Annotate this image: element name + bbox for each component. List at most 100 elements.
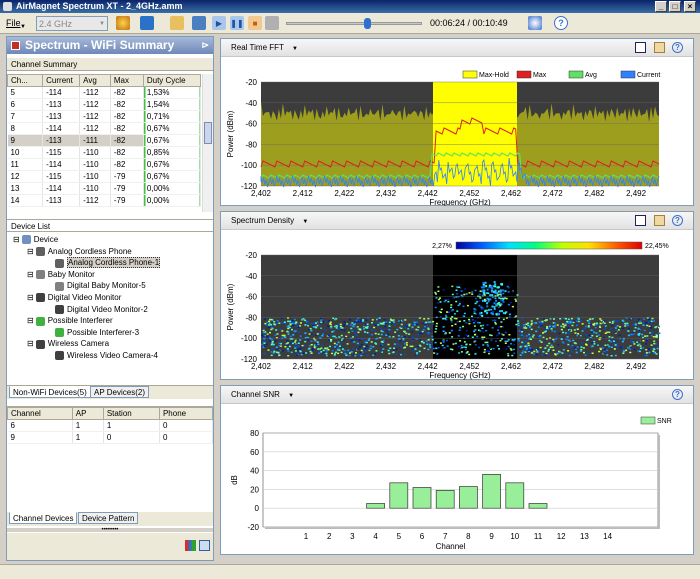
- column-header[interactable]: Ch...: [7, 74, 44, 87]
- tree-item[interactable]: ⊟ Possible Interferer: [27, 315, 113, 326]
- tree-item[interactable]: Digital Baby Monitor-5: [55, 280, 146, 291]
- tree-item[interactable]: ⊟ Wireless Camera: [27, 338, 109, 349]
- table-row[interactable]: 12 -115 -110 -79 0,67%: [7, 170, 201, 183]
- table-row[interactable]: 6 -113 -112 -82 1,54%: [7, 98, 201, 111]
- snr-menu-arrow-icon[interactable]: ▼: [288, 393, 294, 399]
- playback-slider-thumb[interactable]: [363, 18, 371, 29]
- tab-ap-devices[interactable]: AP Devices(2): [90, 386, 149, 398]
- gear-icon[interactable]: [116, 16, 130, 30]
- table-row[interactable]: 13 -114 -110 -79 0,00%: [7, 182, 201, 195]
- tab-device-pattern[interactable]: Device Pattern: [78, 512, 139, 524]
- band-select[interactable]: 2.4 GHz ▼: [36, 16, 108, 31]
- tree-item[interactable]: ⊟ Baby Monitor: [27, 269, 95, 280]
- fft-chart[interactable]: Max-Hold Max Avg Current-20-40-60-80-100-12…: [221, 58, 693, 206]
- playback-slider[interactable]: [286, 18, 422, 29]
- fft-menu-arrow-icon[interactable]: ▼: [292, 46, 298, 52]
- notes-icon[interactable]: [654, 215, 665, 226]
- column-header[interactable]: AP: [71, 407, 104, 420]
- tree-item[interactable]: ⊟ Analog Cordless Phone: [27, 246, 132, 257]
- tab-non-wifi-devices[interactable]: Non-WiFi Devices(5): [9, 386, 91, 398]
- tree-item[interactable]: Possible Interferer-3: [55, 327, 139, 338]
- column-header[interactable]: Phone: [158, 407, 214, 420]
- close-button[interactable]: ×: [684, 1, 696, 12]
- file-menu[interactable]: File: [6, 16, 21, 31]
- tree-item[interactable]: Analog Cordless Phone-1: [55, 257, 161, 269]
- tree-expander-icon[interactable]: ⊟: [13, 235, 20, 244]
- column-header[interactable]: Channel: [7, 407, 73, 420]
- tree-expander-icon[interactable]: ⊟: [27, 270, 34, 279]
- notes-icon[interactable]: [654, 42, 665, 53]
- x-tick-label: 5: [397, 532, 402, 541]
- column-header[interactable]: Avg: [79, 74, 111, 87]
- expand-icon[interactable]: [635, 42, 646, 53]
- scrollbar-thumb[interactable]: [204, 122, 212, 144]
- record-icon[interactable]: [192, 16, 206, 30]
- table-row[interactable]: 10 -115 -110 -82 0,85%: [7, 146, 201, 159]
- tree-item[interactable]: ⊟ Device: [13, 234, 58, 245]
- help-icon[interactable]: ?: [554, 16, 568, 30]
- expand-icon[interactable]: [635, 215, 646, 226]
- step-icon[interactable]: [265, 16, 279, 30]
- tab-channel-devices[interactable]: Channel Devices: [9, 512, 78, 524]
- bar-view-icon[interactable]: [185, 540, 196, 551]
- density-chart[interactable]: 2,27% 22,45%-20-40-60-80-100-1202,402 2,41…: [221, 231, 693, 380]
- tree-expander-icon[interactable]: ⊟: [27, 247, 34, 256]
- snr-bar: [412, 487, 432, 509]
- maximize-button[interactable]: □: [669, 1, 681, 12]
- table-row[interactable]: 9100: [7, 431, 214, 444]
- density-point: [477, 295, 479, 298]
- tree-item[interactable]: ⊟ Digital Video Monitor: [27, 292, 121, 303]
- column-header[interactable]: Station: [102, 407, 160, 420]
- snr-chart[interactable]: 806040200-201 2 3 4 5 6 7 8 9 10 11 12 13 14SNRdBChan…: [221, 405, 693, 555]
- table-row[interactable]: 14 -113 -112 -79 0,00%: [7, 194, 201, 207]
- table-row[interactable]: 6110: [7, 419, 214, 432]
- channel-summary-scrollbar[interactable]: [202, 74, 213, 212]
- density-menu-arrow-icon[interactable]: ▼: [302, 219, 308, 225]
- tree-expander-icon[interactable]: ⊟: [27, 293, 34, 302]
- table-row[interactable]: 11 -114 -110 -82 0,67%: [7, 158, 201, 171]
- help-icon[interactable]: ?: [672, 215, 683, 226]
- pause-icon[interactable]: ❚❚: [230, 16, 244, 30]
- table-row[interactable]: 8 -114 -112 -82 0,67%: [7, 122, 201, 135]
- density-point: [286, 348, 289, 350]
- zoom-view-icon[interactable]: [199, 540, 210, 551]
- stop-icon[interactable]: ■: [248, 16, 262, 30]
- density-point: [633, 319, 636, 321]
- density-point: [263, 335, 266, 337]
- minimize-button[interactable]: _: [655, 1, 667, 12]
- splitter-grip[interactable]: ••••••••: [7, 527, 213, 533]
- tree-item[interactable]: Wireless Video Camera-4: [55, 350, 158, 361]
- table-row[interactable]: 7 -113 -112 -82 0,71%: [7, 110, 201, 123]
- density-point: [545, 352, 548, 355]
- table-cell: 0,67%: [143, 170, 201, 183]
- channel-view-icon[interactable]: [140, 16, 154, 30]
- column-header[interactable]: Max: [109, 74, 144, 87]
- help-icon[interactable]: ?: [672, 389, 683, 400]
- play-icon[interactable]: ▶: [212, 16, 226, 30]
- density-point: [543, 331, 546, 333]
- density-point: [610, 346, 613, 348]
- density-point: [550, 328, 553, 330]
- column-header[interactable]: Duty Cycle: [142, 74, 201, 87]
- globe-icon[interactable]: [528, 16, 542, 30]
- tree-expander-icon[interactable]: ⊟: [27, 316, 34, 325]
- open-folder-icon[interactable]: [170, 16, 184, 30]
- density-point: [496, 294, 499, 297]
- help-icon[interactable]: ?: [672, 42, 683, 53]
- table-row[interactable]: 5 -114 -112 -82 1,53%: [7, 86, 201, 99]
- density-point: [478, 346, 481, 349]
- table-row[interactable]: 9 -113 -111 -82 0,67%: [7, 134, 201, 147]
- tree-expander-icon[interactable]: ⊟: [27, 339, 34, 348]
- density-point: [474, 352, 477, 355]
- tree-item[interactable]: Digital Video Monitor-2: [55, 304, 148, 315]
- density-point: [581, 342, 584, 344]
- file-menu-arrow-icon[interactable]: ▼: [20, 20, 26, 35]
- column-header[interactable]: Current: [42, 74, 81, 87]
- panel-close-icon[interactable]: [11, 41, 20, 50]
- density-point: [400, 335, 403, 338]
- density-point: [560, 325, 563, 328]
- pin-icon[interactable]: ⊳: [201, 37, 209, 54]
- density-point: [481, 338, 484, 340]
- density-point: [508, 334, 511, 336]
- table-cell: 0,00%: [143, 194, 201, 207]
